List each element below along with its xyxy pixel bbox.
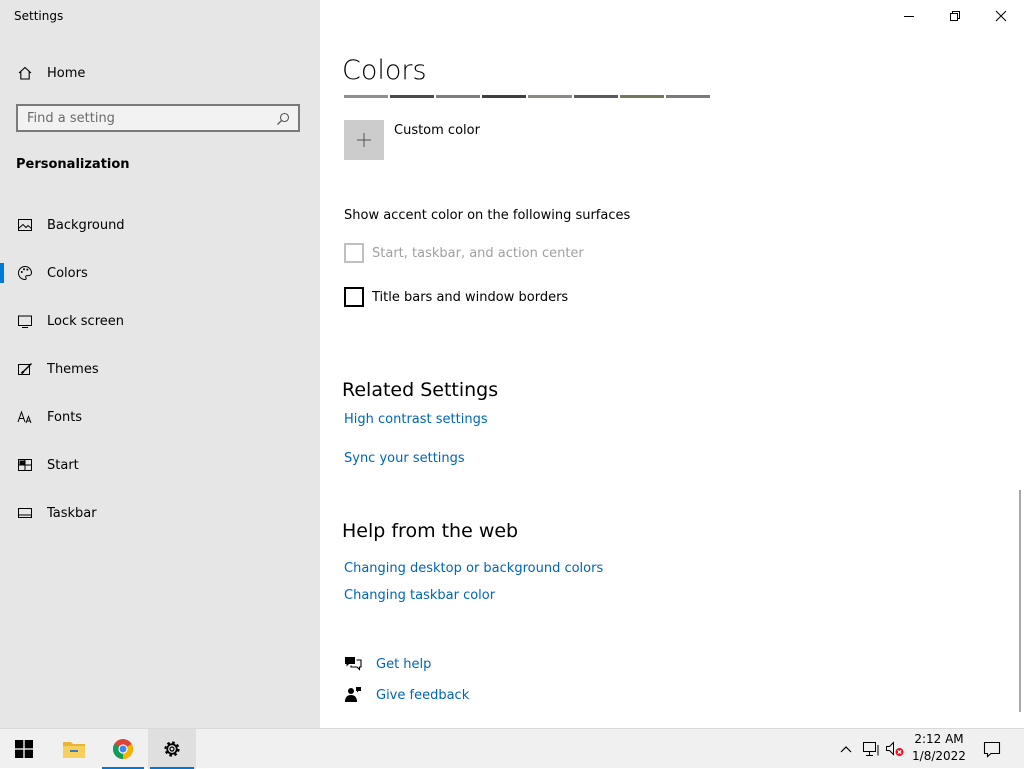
related-settings-heading: Related Settings: [342, 379, 499, 401]
sidebar-item-taskbar[interactable]: Taskbar: [0, 489, 320, 537]
color-swatch-row: [344, 95, 712, 98]
color-swatch[interactable]: [344, 95, 388, 98]
checkbox-label: Title bars and window borders: [372, 289, 569, 305]
home-label: Home: [47, 65, 86, 81]
brush-icon: [16, 360, 34, 378]
restore-button[interactable]: [932, 0, 978, 32]
close-icon: [995, 10, 1007, 22]
feedback-icon: [344, 686, 362, 704]
taskbar-clock[interactable]: 2:12 AM 1/8/2022: [908, 731, 970, 765]
sidebar-item-colors[interactable]: Colors: [0, 249, 320, 297]
lock-screen-icon: [16, 312, 34, 330]
checkbox-box[interactable]: [344, 243, 364, 263]
chrome-button[interactable]: [100, 729, 146, 769]
search-input[interactable]: [18, 109, 269, 127]
sidebar-item-label: Start: [47, 457, 79, 473]
notification-icon: [983, 741, 1001, 758]
start-icon: [16, 456, 34, 474]
clock-date: 1/8/2022: [912, 749, 966, 763]
nav-list: Background Colors Lock screen Themes Fon…: [0, 201, 320, 537]
plus-icon: [344, 120, 384, 160]
page-title: Colors: [342, 55, 427, 86]
custom-color-label: Custom color: [394, 123, 480, 138]
volume-button[interactable]: [884, 729, 906, 769]
color-swatch[interactable]: [574, 95, 618, 98]
network-button[interactable]: [860, 729, 882, 769]
chevron-up-icon: [840, 746, 852, 753]
color-swatch[interactable]: [666, 95, 710, 98]
sidebar-item-background[interactable]: Background: [0, 201, 320, 249]
help-heading: Help from the web: [342, 520, 519, 542]
folder-icon: [63, 742, 85, 758]
get-help-label: Get help: [376, 656, 432, 672]
title-bars-checkbox[interactable]: Title bars and window borders: [344, 287, 568, 307]
sidebar-item-label: Background: [47, 217, 125, 233]
sidebar-item-label: Themes: [47, 361, 99, 377]
sync-settings-link[interactable]: Sync your settings: [344, 451, 465, 466]
search-icon[interactable]: [276, 111, 290, 125]
sidebar-item-themes[interactable]: Themes: [0, 345, 320, 393]
minimize-button[interactable]: [886, 0, 932, 32]
section-heading: Personalization: [16, 157, 130, 172]
sidebar-item-label: Taskbar: [47, 505, 97, 521]
color-swatch[interactable]: [436, 95, 480, 98]
search-box[interactable]: [16, 104, 300, 132]
chrome-icon: [113, 739, 133, 759]
sidebar-item-lock-screen[interactable]: Lock screen: [0, 297, 320, 345]
desktop-colors-link[interactable]: Changing desktop or background colors: [344, 561, 603, 576]
sidebar-item-home[interactable]: Home: [16, 63, 85, 83]
get-help-link[interactable]: Get help: [344, 655, 431, 673]
network-icon: [863, 742, 879, 756]
app-title: Settings: [14, 9, 64, 23]
gear-icon: [164, 741, 180, 757]
taskbar: 2:12 AM 1/8/2022: [0, 728, 1024, 769]
volume-muted-icon: [886, 741, 904, 756]
high-contrast-link[interactable]: High contrast settings: [344, 412, 488, 427]
restore-icon: [950, 11, 960, 21]
give-feedback-label: Give feedback: [376, 687, 470, 703]
taskbar-color-link[interactable]: Changing taskbar color: [344, 588, 495, 603]
checkbox-label: Start, taskbar, and action center: [372, 245, 584, 261]
chat-help-icon: [344, 655, 362, 673]
file-explorer-button[interactable]: [50, 729, 98, 769]
clock-time: 2:12 AM: [914, 732, 964, 746]
home-icon: [16, 64, 34, 82]
minimize-icon: [904, 16, 914, 17]
font-icon: [16, 408, 34, 426]
sidebar-item-fonts[interactable]: Fonts: [0, 393, 320, 441]
color-swatch[interactable]: [528, 95, 572, 98]
windows-logo-icon: [15, 740, 33, 758]
custom-color-button[interactable]: Custom color: [344, 120, 480, 160]
sidebar-item-start[interactable]: Start: [0, 441, 320, 489]
sidebar-item-label: Fonts: [47, 409, 83, 425]
close-button[interactable]: [978, 0, 1024, 32]
give-feedback-link[interactable]: Give feedback: [344, 686, 469, 704]
start-button[interactable]: [0, 729, 48, 769]
sidebar: Settings Home Personalization Background…: [0, 0, 320, 728]
show-hidden-icons-button[interactable]: [836, 729, 856, 769]
picture-icon: [16, 216, 34, 234]
color-swatch[interactable]: [620, 95, 664, 98]
sidebar-item-label: Lock screen: [47, 313, 124, 329]
palette-icon: [16, 264, 34, 282]
checkbox-box[interactable]: [344, 287, 364, 307]
settings-taskbar-button[interactable]: [148, 729, 196, 769]
color-swatch[interactable]: [482, 95, 526, 98]
surfaces-heading: Show accent color on the following surfa…: [344, 208, 631, 223]
vertical-scrollbar[interactable]: [1019, 490, 1021, 712]
sidebar-item-label: Colors: [47, 265, 88, 281]
taskbar-icon: [16, 504, 34, 522]
action-center-button[interactable]: [976, 729, 1008, 769]
color-swatch[interactable]: [390, 95, 434, 98]
start-taskbar-checkbox[interactable]: Start, taskbar, and action center: [344, 243, 584, 263]
